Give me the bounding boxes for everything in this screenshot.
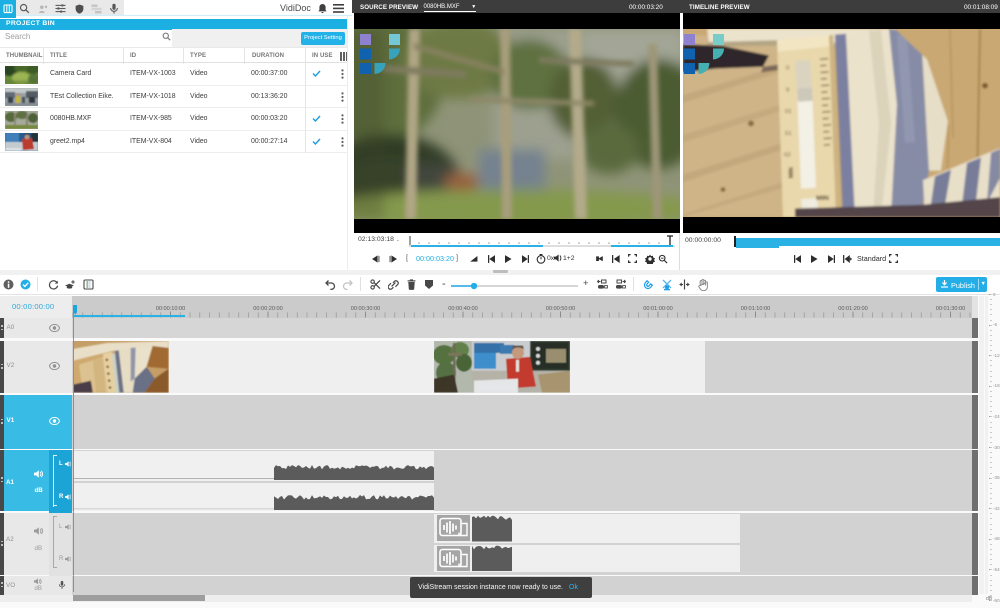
svg-text:02: 02 xyxy=(784,153,791,159)
svg-text:MIN: MIN xyxy=(816,195,829,202)
svg-text:MIN: MIN xyxy=(788,167,795,179)
svg-text:01: 01 xyxy=(785,109,792,115)
svg-text:9: 9 xyxy=(786,87,789,93)
svg-text:51: 51 xyxy=(785,131,792,137)
